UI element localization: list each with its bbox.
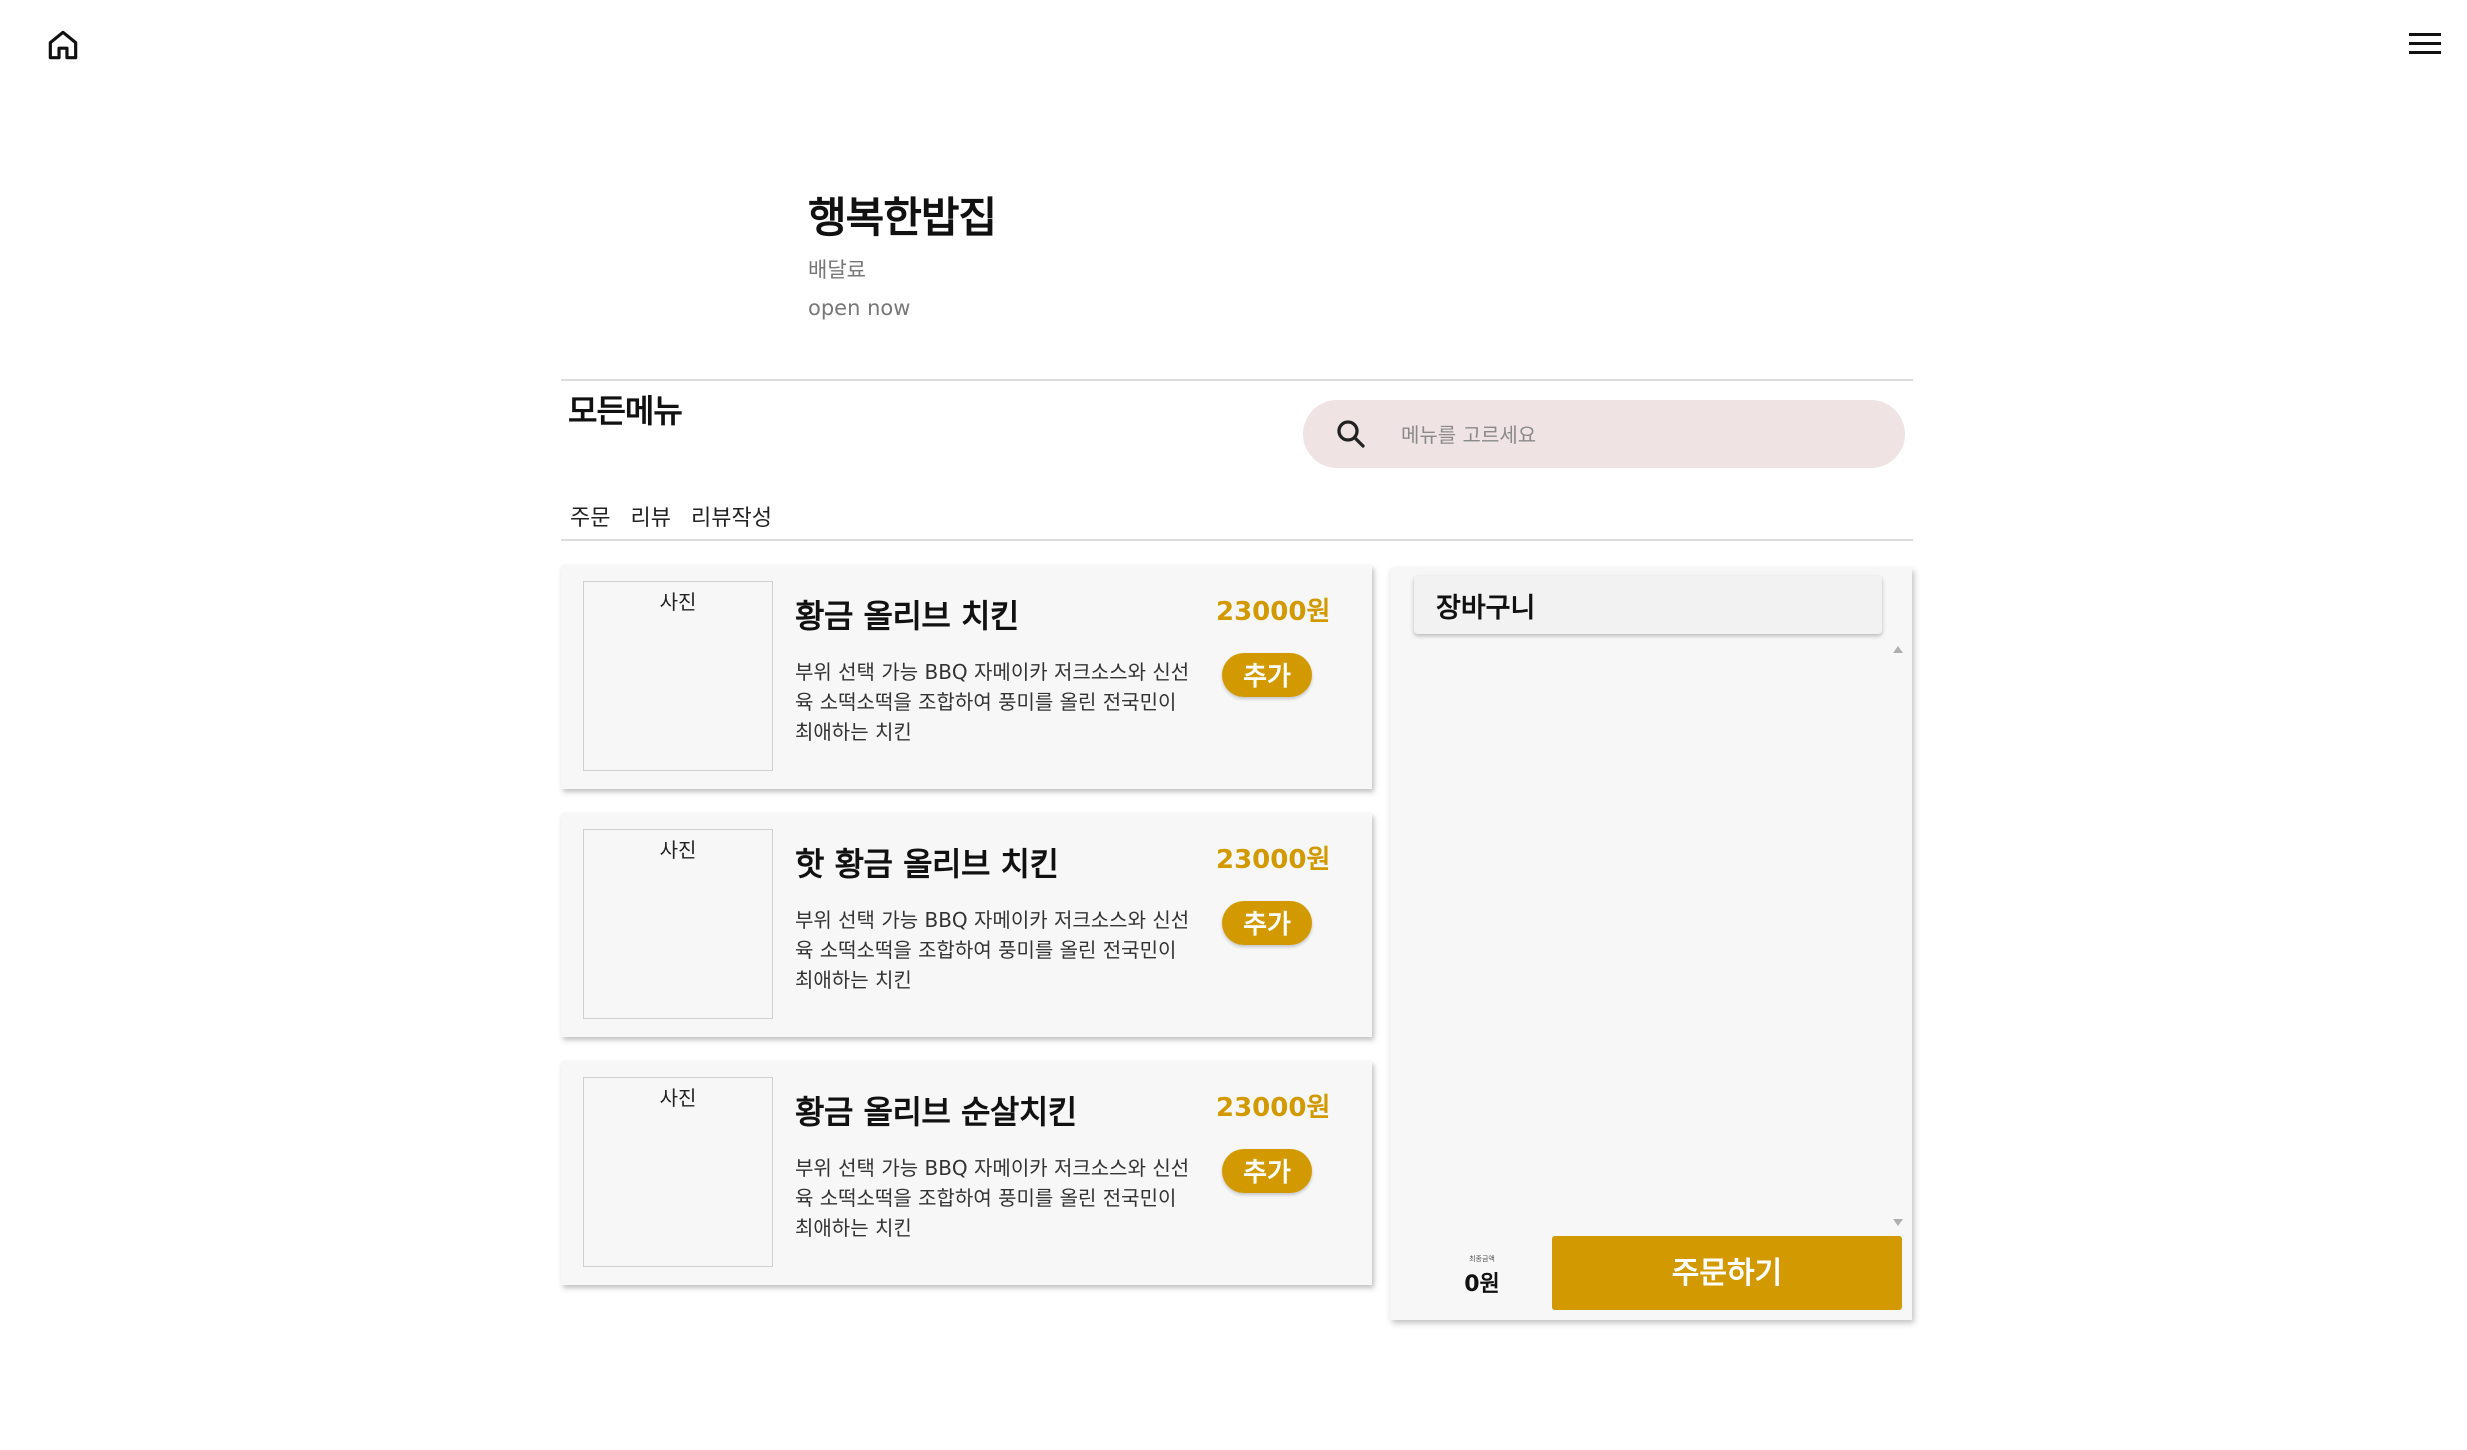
menu-item-card: 사진 핫 황금 올리브 치킨 부위 선택 가능 BBQ 자메이카 저크소스와 신… [561,813,1372,1037]
section-divider [561,379,1913,381]
search-box[interactable] [1303,400,1905,468]
menu-item-price: 23000원 [1216,1093,1331,1123]
tab-reviews[interactable]: 리뷰 [630,500,670,532]
store-header: 행복한밥집 배달료 open now [808,190,1608,322]
scroll-down-arrow-icon[interactable] [1893,1219,1903,1226]
menu-photo: 사진 [583,581,773,771]
search-input[interactable] [1399,412,1883,458]
search-icon[interactable] [1333,416,1369,452]
menu-photo-label: 사진 [659,838,697,862]
menu-item-description: 부위 선택 가능 BBQ 자메이카 저크소스와 신선육 소떡소떡을 조합하여 풍… [795,660,1190,744]
order-button[interactable]: 주문하기 [1552,1236,1902,1310]
cart-title: 장바구니 [1436,593,1536,624]
menu-item-card: 사진 황금 올리브 순살치킨 부위 선택 가능 BBQ 자메이카 저크소스와 신… [561,1061,1372,1285]
menu-item-description: 부위 선택 가능 BBQ 자메이카 저크소스와 신선육 소떡소떡을 조합하여 풍… [795,908,1190,992]
menu-photo-label: 사진 [659,590,697,614]
menu-item-card: 사진 황금 올리브 치킨 부위 선택 가능 BBQ 자메이카 저크소스와 신선육… [561,565,1372,789]
scroll-up-arrow-icon[interactable] [1893,646,1903,653]
tab-bar: 주문 리뷰 리뷰작성 [570,500,772,532]
add-to-cart-button[interactable]: 추가 [1222,1149,1312,1193]
menu-photo-label: 사진 [659,1086,697,1110]
section-title: 모든메뉴 [568,392,683,430]
add-to-cart-button[interactable]: 추가 [1222,901,1312,945]
home-icon[interactable] [44,26,82,64]
store-name: 행복한밥집 [808,193,997,242]
menu-item-price: 23000원 [1216,597,1331,627]
tab-write-review[interactable]: 리뷰작성 [691,500,772,532]
menu-item-name: 황금 올리브 순살치킨 [795,1093,1077,1131]
delivery-fee-label: 배달료 [808,258,866,282]
cart-panel: 장바구니 최종금액 0원 주문하기 [1390,568,1912,1320]
cart-total-label: 최종금액 [1469,1255,1495,1263]
hamburger-menu-icon[interactable] [2406,27,2444,61]
menu-item-price: 23000원 [1216,845,1331,875]
menu-item-name: 황금 올리브 치킨 [795,597,1019,635]
tabs-divider [561,539,1913,541]
menu-item-name: 핫 황금 올리브 치킨 [795,845,1059,883]
cart-scrollbar[interactable] [1890,646,1906,1226]
store-status: open now [808,296,911,320]
add-to-cart-button[interactable]: 추가 [1222,653,1312,697]
cart-total-value: 0원 [1464,1272,1500,1297]
menu-photo: 사진 [583,829,773,1019]
cart-header: 장바구니 [1414,576,1882,634]
menu-photo: 사진 [583,1077,773,1267]
tab-order[interactable]: 주문 [570,500,610,532]
menu-item-description: 부위 선택 가능 BBQ 자메이카 저크소스와 신선육 소떡소떡을 조합하여 풍… [795,1156,1190,1240]
